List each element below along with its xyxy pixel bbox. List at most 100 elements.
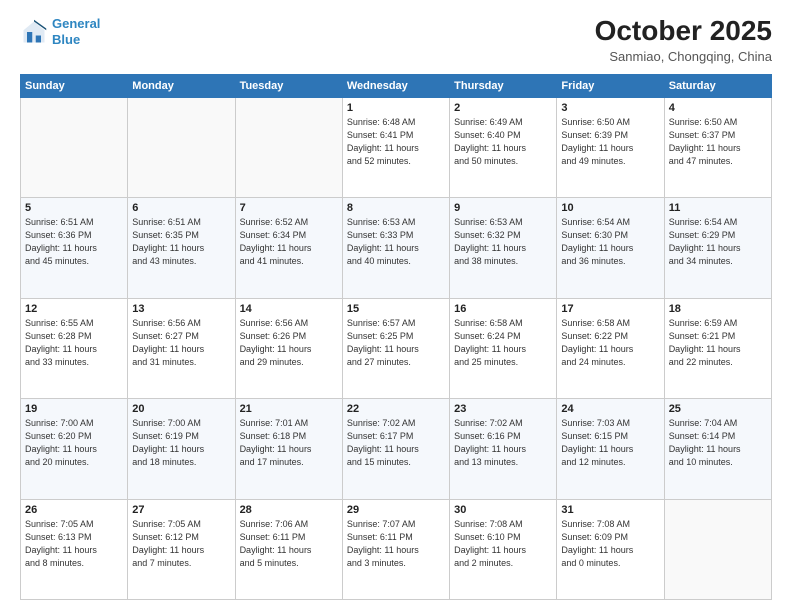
day-cell: 1 Sunrise: 6:48 AM Sunset: 6:41 PM Daylig… <box>342 97 449 197</box>
day-number: 21 <box>240 403 338 415</box>
calendar-table: SundayMondayTuesdayWednesdayThursdayFrid… <box>20 74 772 600</box>
day-number: 25 <box>669 403 767 415</box>
day-info: Sunrise: 6:58 AM Sunset: 6:24 PM Dayligh… <box>454 317 552 369</box>
day-info: Sunrise: 6:56 AM Sunset: 6:26 PM Dayligh… <box>240 317 338 369</box>
day-number: 18 <box>669 303 767 315</box>
week-row-4: 19 Sunrise: 7:00 AM Sunset: 6:20 PM Dayli… <box>21 399 772 499</box>
day-cell: 21 Sunrise: 7:01 AM Sunset: 6:18 PM Dayli… <box>235 399 342 499</box>
day-info: Sunrise: 7:03 AM Sunset: 6:15 PM Dayligh… <box>561 417 659 469</box>
day-cell: 7 Sunrise: 6:52 AM Sunset: 6:34 PM Daylig… <box>235 198 342 298</box>
weekday-header-saturday: Saturday <box>664 74 771 97</box>
day-cell <box>21 97 128 197</box>
day-cell: 10Sunrise: 6:54 AM Sunset: 6:30 PM Dayli… <box>557 198 664 298</box>
day-number: 31 <box>561 504 659 516</box>
week-row-1: 1 Sunrise: 6:48 AM Sunset: 6:41 PM Daylig… <box>21 97 772 197</box>
day-cell: 20 Sunrise: 7:00 AM Sunset: 6:19 PM Dayli… <box>128 399 235 499</box>
day-number: 1 <box>347 102 445 114</box>
day-info: Sunrise: 7:02 AM Sunset: 6:16 PM Dayligh… <box>454 417 552 469</box>
day-cell <box>128 97 235 197</box>
logo: General Blue <box>20 16 100 47</box>
day-number: 28 <box>240 504 338 516</box>
day-info: Sunrise: 6:50 AM Sunset: 6:39 PM Dayligh… <box>561 116 659 168</box>
day-info: Sunrise: 7:01 AM Sunset: 6:18 PM Dayligh… <box>240 417 338 469</box>
day-cell: 5 Sunrise: 6:51 AM Sunset: 6:36 PM Daylig… <box>21 198 128 298</box>
day-info: Sunrise: 6:50 AM Sunset: 6:37 PM Dayligh… <box>669 116 767 168</box>
day-cell: 26 Sunrise: 7:05 AM Sunset: 6:13 PM Dayli… <box>21 499 128 599</box>
day-cell: 2 Sunrise: 6:49 AM Sunset: 6:40 PM Daylig… <box>450 97 557 197</box>
day-cell: 4 Sunrise: 6:50 AM Sunset: 6:37 PM Daylig… <box>664 97 771 197</box>
logo-line1: General <box>52 16 100 31</box>
day-info: Sunrise: 7:08 AM Sunset: 6:10 PM Dayligh… <box>454 518 552 570</box>
day-info: Sunrise: 7:05 AM Sunset: 6:12 PM Dayligh… <box>132 518 230 570</box>
day-info: Sunrise: 6:51 AM Sunset: 6:35 PM Dayligh… <box>132 216 230 268</box>
day-cell: 3 Sunrise: 6:50 AM Sunset: 6:39 PM Daylig… <box>557 97 664 197</box>
day-info: Sunrise: 6:53 AM Sunset: 6:32 PM Dayligh… <box>454 216 552 268</box>
day-cell: 16 Sunrise: 6:58 AM Sunset: 6:24 PM Dayli… <box>450 298 557 398</box>
day-number: 14 <box>240 303 338 315</box>
day-number: 16 <box>454 303 552 315</box>
day-info: Sunrise: 6:56 AM Sunset: 6:27 PM Dayligh… <box>132 317 230 369</box>
day-number: 30 <box>454 504 552 516</box>
day-number: 24 <box>561 403 659 415</box>
day-cell: 17 Sunrise: 6:58 AM Sunset: 6:22 PM Dayli… <box>557 298 664 398</box>
day-cell: 24 Sunrise: 7:03 AM Sunset: 6:15 PM Dayli… <box>557 399 664 499</box>
day-number: 12 <box>25 303 123 315</box>
day-number: 17 <box>561 303 659 315</box>
day-info: Sunrise: 7:06 AM Sunset: 6:11 PM Dayligh… <box>240 518 338 570</box>
day-cell: 28 Sunrise: 7:06 AM Sunset: 6:11 PM Dayli… <box>235 499 342 599</box>
logo-text: General Blue <box>52 16 100 47</box>
day-number: 22 <box>347 403 445 415</box>
day-number: 29 <box>347 504 445 516</box>
weekday-header-sunday: Sunday <box>21 74 128 97</box>
weekday-header-tuesday: Tuesday <box>235 74 342 97</box>
day-number: 6 <box>132 202 230 214</box>
day-cell <box>664 499 771 599</box>
day-number: 19 <box>25 403 123 415</box>
day-cell: 30 Sunrise: 7:08 AM Sunset: 6:10 PM Dayli… <box>450 499 557 599</box>
week-row-3: 12Sunrise: 6:55 AM Sunset: 6:28 PM Dayli… <box>21 298 772 398</box>
day-number: 27 <box>132 504 230 516</box>
day-number: 2 <box>454 102 552 114</box>
day-cell: 23Sunrise: 7:02 AM Sunset: 6:16 PM Dayli… <box>450 399 557 499</box>
header: General Blue October 2025 Sanmiao, Chong… <box>20 16 772 64</box>
day-cell: 18 Sunrise: 6:59 AM Sunset: 6:21 PM Dayli… <box>664 298 771 398</box>
day-number: 11 <box>669 202 767 214</box>
day-cell: 19 Sunrise: 7:00 AM Sunset: 6:20 PM Dayli… <box>21 399 128 499</box>
day-info: Sunrise: 7:05 AM Sunset: 6:13 PM Dayligh… <box>25 518 123 570</box>
day-info: Sunrise: 6:54 AM Sunset: 6:30 PM Dayligh… <box>561 216 659 268</box>
day-info: Sunrise: 6:51 AM Sunset: 6:36 PM Dayligh… <box>25 216 123 268</box>
location-subtitle: Sanmiao, Chongqing, China <box>595 49 772 64</box>
day-info: Sunrise: 6:52 AM Sunset: 6:34 PM Dayligh… <box>240 216 338 268</box>
title-block: October 2025 Sanmiao, Chongqing, China <box>595 16 772 64</box>
day-number: 3 <box>561 102 659 114</box>
day-cell: 22 Sunrise: 7:02 AM Sunset: 6:17 PM Dayli… <box>342 399 449 499</box>
day-number: 20 <box>132 403 230 415</box>
day-cell: 31 Sunrise: 7:08 AM Sunset: 6:09 PM Dayli… <box>557 499 664 599</box>
day-info: Sunrise: 6:48 AM Sunset: 6:41 PM Dayligh… <box>347 116 445 168</box>
day-number: 9 <box>454 202 552 214</box>
day-info: Sunrise: 7:00 AM Sunset: 6:19 PM Dayligh… <box>132 417 230 469</box>
day-cell: 15Sunrise: 6:57 AM Sunset: 6:25 PM Dayli… <box>342 298 449 398</box>
weekday-header-thursday: Thursday <box>450 74 557 97</box>
day-number: 26 <box>25 504 123 516</box>
day-number: 4 <box>669 102 767 114</box>
day-info: Sunrise: 6:54 AM Sunset: 6:29 PM Dayligh… <box>669 216 767 268</box>
logo-icon <box>20 18 48 46</box>
day-info: Sunrise: 7:00 AM Sunset: 6:20 PM Dayligh… <box>25 417 123 469</box>
day-info: Sunrise: 6:49 AM Sunset: 6:40 PM Dayligh… <box>454 116 552 168</box>
day-cell <box>235 97 342 197</box>
weekday-header-monday: Monday <box>128 74 235 97</box>
day-info: Sunrise: 6:53 AM Sunset: 6:33 PM Dayligh… <box>347 216 445 268</box>
page: General Blue October 2025 Sanmiao, Chong… <box>0 0 792 612</box>
day-cell: 9 Sunrise: 6:53 AM Sunset: 6:32 PM Daylig… <box>450 198 557 298</box>
day-info: Sunrise: 6:58 AM Sunset: 6:22 PM Dayligh… <box>561 317 659 369</box>
day-info: Sunrise: 7:07 AM Sunset: 6:11 PM Dayligh… <box>347 518 445 570</box>
day-number: 7 <box>240 202 338 214</box>
day-number: 5 <box>25 202 123 214</box>
day-cell: 11 Sunrise: 6:54 AM Sunset: 6:29 PM Dayli… <box>664 198 771 298</box>
day-number: 8 <box>347 202 445 214</box>
day-info: Sunrise: 7:02 AM Sunset: 6:17 PM Dayligh… <box>347 417 445 469</box>
day-info: Sunrise: 7:08 AM Sunset: 6:09 PM Dayligh… <box>561 518 659 570</box>
week-row-2: 5 Sunrise: 6:51 AM Sunset: 6:36 PM Daylig… <box>21 198 772 298</box>
day-info: Sunrise: 6:59 AM Sunset: 6:21 PM Dayligh… <box>669 317 767 369</box>
